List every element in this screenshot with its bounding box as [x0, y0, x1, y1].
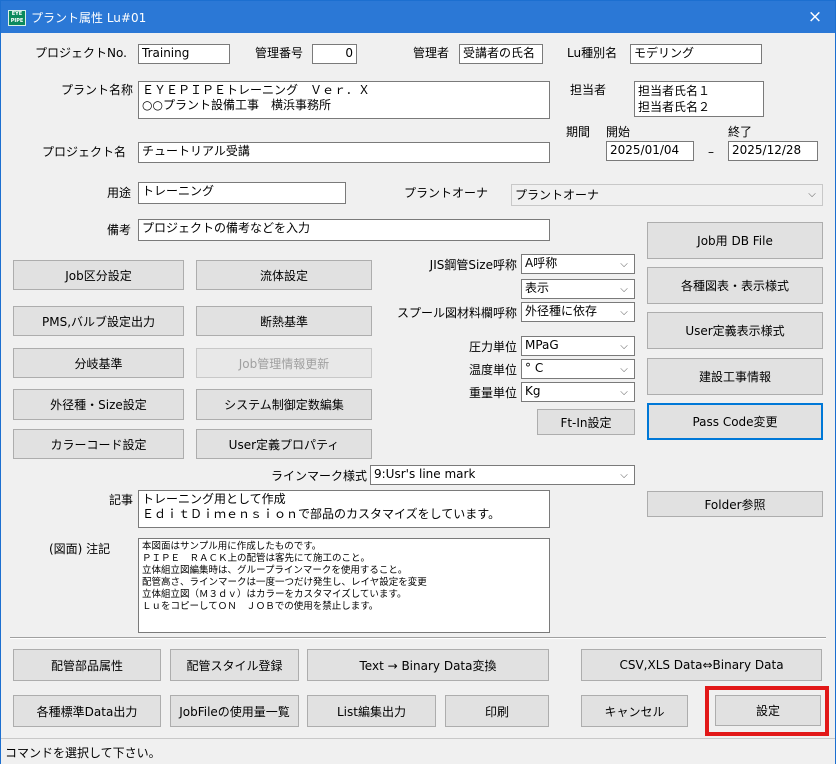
user-display-style-button[interactable]: User定義表示様式 — [647, 312, 823, 349]
remarks-field[interactable]: プロジェクトの備考などを入力 — [138, 219, 550, 241]
mgmt-no-label: 管理番号 — [255, 46, 304, 60]
period-end-field[interactable]: 2025/12/28 — [728, 141, 818, 161]
weight-label: 重量単位 — [468, 386, 517, 400]
period-start-label: 開始 — [606, 125, 631, 139]
lu-type-label: Lu種別名 — [567, 46, 618, 60]
person-field[interactable]: 担当者氏名１ 担当者氏名２ — [634, 81, 764, 117]
piping-style-register-button[interactable]: 配管スタイル登録 — [170, 649, 299, 681]
app-icon: EYE PIPE — [8, 10, 26, 26]
weight-select[interactable]: Kg ⌵ — [521, 382, 635, 402]
drawing-note-field[interactable]: 本図面はサンプル用に作成したものです。 ＰＩＰＥ ＲＡＣＫ上の配管は客先にて施工… — [138, 538, 550, 633]
manager-field[interactable]: 受講者の氏名 — [459, 44, 543, 64]
window-title: プラント属性 Lu#01 — [31, 11, 147, 25]
manager-label: 管理者 — [413, 46, 450, 60]
temperature-select[interactable]: ° C ⌵ — [521, 359, 635, 379]
plant-name-label: プラント名称 — [61, 83, 134, 97]
temperature-value: ° C — [525, 361, 544, 375]
line-mark-value: 9:Usr's line mark — [374, 467, 476, 481]
standard-data-output-button[interactable]: 各種標準Data出力 — [13, 695, 161, 727]
plant-name-field[interactable]: ＥＹＥＰＩＰＥトレーニング Ｖｅｒ．Ｘ ○○プラント設備工事 横浜事務所 — [138, 81, 550, 119]
chevron-down-icon: ⌵ — [620, 306, 628, 318]
usage-label: 用途 — [107, 186, 132, 200]
chevron-down-icon: ⌵ — [620, 469, 628, 481]
period-label: 期間 — [566, 125, 591, 139]
job-division-button[interactable]: Job区分設定 — [13, 260, 184, 290]
line-mark-select[interactable]: 9:Usr's line mark ⌵ — [370, 465, 635, 485]
list-edit-output-button[interactable]: List編集出力 — [307, 695, 436, 727]
project-name-field[interactable]: チュートリアル受講 — [138, 142, 550, 163]
project-no-label: プロジェクトNo. — [35, 46, 127, 60]
remarks-label: 備考 — [107, 223, 132, 237]
plant-attributes-dialog: EYE PIPE プラント属性 Lu#01 × プロジェクトNo. Traini… — [0, 0, 836, 764]
period-start-field[interactable]: 2025/01/04 — [606, 141, 694, 161]
jis-size-value: A呼称 — [525, 256, 558, 270]
project-no-field[interactable]: Training — [138, 44, 230, 64]
diagrams-display-style-button[interactable]: 各種図表・表示様式 — [647, 267, 823, 304]
job-db-file-button[interactable]: Job用 DB File — [647, 222, 823, 259]
close-icon[interactable]: × — [803, 4, 827, 30]
pms-valve-output-button[interactable]: PMS,バルブ設定出力 — [13, 306, 184, 336]
drawing-note-label: (図面) 注記 — [49, 542, 111, 556]
branch-standard-button[interactable]: 分岐基準 — [13, 348, 184, 378]
user-property-button[interactable]: User定義プロパティ — [196, 429, 372, 459]
period-dash: – — [708, 145, 714, 159]
csv-xls-binary-button[interactable]: CSV,XLS Data⇔Binary Data — [581, 649, 822, 681]
od-size-settings-button[interactable]: 外径種・Size設定 — [13, 389, 184, 420]
chevron-down-icon: ⌵ — [620, 340, 628, 352]
period-end-label: 終了 — [728, 125, 753, 139]
pass-code-change-button[interactable]: Pass Code変更 — [647, 403, 823, 440]
chevron-down-icon: ⌵ — [808, 189, 816, 200]
status-text: コマンドを選択して下さい。 — [5, 746, 161, 760]
title-bar[interactable]: EYE PIPE プラント属性 Lu#01 × — [1, 1, 835, 33]
status-bar: コマンドを選択して下さい。 — [1, 738, 835, 764]
folder-browse-button[interactable]: Folder参照 — [647, 491, 823, 517]
weight-value: Kg — [525, 384, 541, 398]
cancel-button[interactable]: キャンセル — [581, 695, 688, 727]
pressure-label: 圧力単位 — [468, 340, 517, 354]
spool-value: 外径種に依存 — [525, 304, 598, 318]
fluid-settings-button[interactable]: 流体設定 — [196, 260, 372, 290]
highlight-box — [705, 686, 829, 736]
pressure-value: MPaG — [525, 338, 559, 352]
display-value: 表示 — [525, 281, 550, 295]
insulation-standard-button[interactable]: 断熱基準 — [196, 306, 372, 336]
print-button[interactable]: 印刷 — [445, 695, 549, 727]
usage-field[interactable]: トレーニング — [138, 182, 346, 204]
color-code-button[interactable]: カラーコード設定 — [13, 429, 184, 459]
project-name-label: プロジェクト名 — [42, 145, 127, 159]
person-label: 担当者 — [570, 83, 607, 97]
spool-select[interactable]: 外径種に依存 ⌵ — [521, 302, 635, 322]
jobfile-usage-list-button[interactable]: JobFileの使用量一覧 — [170, 695, 299, 727]
article-label: 記事 — [109, 493, 134, 507]
separator — [10, 637, 826, 639]
plant-owner-label: プラントオーナ — [404, 186, 489, 200]
chevron-down-icon: ⌵ — [620, 363, 628, 375]
lu-type-field[interactable]: モデリング — [630, 44, 762, 64]
plant-owner-select[interactable]: プラントオーナ ⌵ — [511, 184, 823, 206]
article-field[interactable]: トレーニング用として作成 ＥｄｉｔＤｉｍｅｎｓｉｏｎで部品のカスタマイズをしてい… — [138, 490, 550, 528]
spool-label: スプール図材料欄呼称 — [396, 306, 517, 320]
pressure-select[interactable]: MPaG ⌵ — [521, 336, 635, 356]
system-constants-button[interactable]: システム制御定数編集 — [196, 389, 372, 420]
chevron-down-icon: ⌵ — [620, 386, 628, 398]
piping-parts-attributes-button[interactable]: 配管部品属性 — [13, 649, 161, 681]
display-select[interactable]: 表示 ⌵ — [521, 279, 635, 299]
temperature-label: 温度単位 — [468, 363, 517, 377]
line-mark-label: ラインマーク様式 — [270, 469, 367, 483]
ft-in-settings-button[interactable]: Ft-In設定 — [537, 409, 635, 435]
mgmt-no-field[interactable]: 0 — [312, 44, 357, 64]
job-info-update-button[interactable]: Job管理情報更新 — [196, 348, 372, 378]
chevron-down-icon: ⌵ — [620, 283, 628, 295]
jis-size-select[interactable]: A呼称 ⌵ — [521, 254, 635, 274]
chevron-down-icon: ⌵ — [620, 258, 628, 270]
plant-owner-value: プラントオーナ — [515, 188, 600, 202]
text-to-binary-button[interactable]: Text → Binary Data変換 — [307, 649, 549, 681]
construction-info-button[interactable]: 建設工事情報 — [647, 358, 823, 395]
jis-size-label: JIS鋼管Size呼称 — [429, 258, 517, 272]
